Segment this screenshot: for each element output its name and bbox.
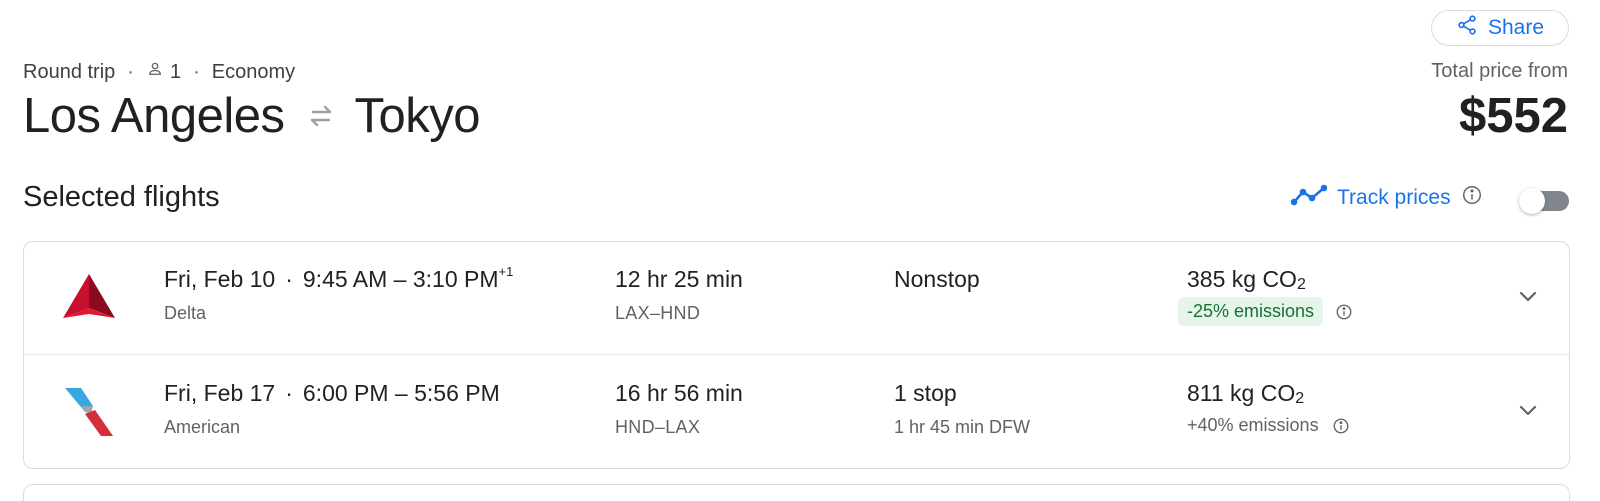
share-label: Share — [1487, 16, 1545, 39]
trip-type: Round trip — [23, 60, 116, 83]
layover-info: 1 hr 45 min DFW — [894, 417, 1031, 437]
share-button[interactable]: Share — [1431, 10, 1569, 46]
chevron-down-icon — [1516, 284, 1540, 313]
co2-value: 385 kg CO2 — [1187, 266, 1306, 293]
round-trip-arrows-icon — [305, 100, 337, 132]
flight-summary-page: Share Round trip · 1 · Economy Los Angel… — [0, 0, 1600, 501]
day-offset: +1 — [498, 264, 514, 280]
airline-name: American — [164, 417, 241, 437]
person-icon — [146, 60, 164, 84]
track-prices-label: Track prices — [1337, 186, 1451, 209]
delta-logo-icon — [61, 270, 117, 326]
flight-times: Fri, Feb 17 · 6:00 PM – 5:56 PM — [164, 380, 500, 406]
info-icon[interactable] — [1461, 184, 1483, 212]
flight-time-range: 6:00 PM – 5:56 PM — [302, 380, 500, 406]
section-title: Selected flights — [23, 181, 220, 213]
price-trend-icon — [1290, 183, 1328, 213]
selected-flights-card: Fri, Feb 10 · 9:45 AM – 3:10 PM+1 Delta 12… — [23, 241, 1570, 469]
co2-value: 811 kg CO2 — [1187, 380, 1305, 407]
info-icon[interactable] — [1335, 303, 1353, 321]
flight-date: Fri, Feb 10 — [164, 266, 276, 292]
airline-name: Delta — [164, 303, 207, 323]
route-title: Los Angeles Tokyo — [23, 88, 481, 144]
emissions-info: +40% emissions — [1178, 411, 1350, 440]
track-prices-toggle[interactable] — [1519, 188, 1569, 214]
flight-duration: 16 hr 56 min — [615, 380, 743, 406]
flight-stops: Nonstop — [894, 266, 980, 292]
flight-date: Fri, Feb 17 — [164, 380, 276, 406]
expand-flight-button[interactable] — [1512, 282, 1544, 314]
flight-time-range: 9:45 AM – 3:10 PM — [302, 266, 499, 292]
trip-meta: Round trip · 1 · Economy — [23, 60, 295, 84]
emissions-info: -25% emissions — [1178, 297, 1353, 326]
flight-row[interactable]: Fri, Feb 17 · 6:00 PM – 5:56 PM American 1… — [24, 356, 1569, 469]
origin-city: Los Angeles — [23, 89, 285, 143]
flight-stops: 1 stop — [894, 380, 957, 406]
share-icon — [1456, 14, 1478, 42]
track-prices[interactable]: Track prices — [1290, 183, 1483, 213]
flight-row[interactable]: Fri, Feb 10 · 9:45 AM – 3:10 PM+1 Delta 12… — [24, 242, 1569, 355]
expand-flight-button[interactable] — [1512, 396, 1544, 428]
flight-times: Fri, Feb 10 · 9:45 AM – 3:10 PM+1 — [164, 264, 514, 292]
emissions-text: +40% emissions — [1187, 415, 1319, 435]
american-logo-icon — [61, 384, 117, 440]
separator-dot: · — [127, 60, 134, 83]
flight-airports: HND–LAX — [615, 417, 701, 437]
total-price-label: Total price from — [1431, 60, 1568, 82]
cabin-class: Economy — [211, 60, 296, 83]
passenger-count: 1 — [146, 60, 181, 84]
passenger-number: 1 — [169, 60, 182, 83]
total-price: $552 — [1458, 89, 1568, 143]
flight-airports: LAX–HND — [615, 303, 701, 323]
info-icon[interactable] — [1332, 417, 1350, 435]
separator-dot: · — [193, 60, 200, 83]
toggle-knob[interactable] — [1519, 188, 1545, 214]
flight-duration: 12 hr 25 min — [615, 266, 743, 292]
emissions-badge: -25% emissions — [1178, 297, 1324, 326]
next-card-edge — [23, 484, 1570, 501]
destination-city: Tokyo — [354, 89, 481, 143]
chevron-down-icon — [1516, 398, 1540, 427]
